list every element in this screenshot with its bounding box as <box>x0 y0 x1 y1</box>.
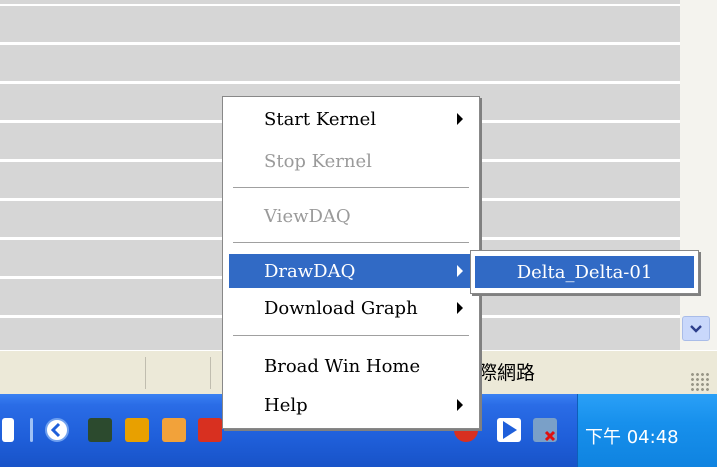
submenu-arrow-icon <box>457 265 463 277</box>
menu-item-label: Stop Kernel <box>264 150 372 172</box>
status-divider <box>210 357 211 389</box>
menu-item-drawdaq[interactable]: DrawDAQ <box>229 254 473 288</box>
menu-item-stop-kernel[interactable]: Stop Kernel <box>229 144 473 178</box>
toolbar-divider <box>30 418 33 442</box>
menu-item-label: ViewDAQ <box>264 205 351 227</box>
menu-item-broad-win-home[interactable]: Broad Win Home <box>229 349 473 383</box>
menu-item-download-graph[interactable]: Download Graph <box>229 291 473 325</box>
resize-grip-icon[interactable] <box>690 372 710 392</box>
vertical-scrollbar[interactable] <box>680 0 717 350</box>
network-app-icon[interactable] <box>198 418 222 442</box>
chevron-down-icon <box>690 324 702 333</box>
menu-item-label: Help <box>264 394 308 416</box>
menu-item-start-kernel[interactable]: Start Kernel <box>229 102 473 136</box>
menu-item-viewdaq[interactable]: ViewDAQ <box>229 199 473 233</box>
collapse-arrow-icon[interactable] <box>45 418 69 442</box>
submenu-arrow-icon <box>457 113 463 125</box>
menu-separator <box>233 335 469 337</box>
menu-item-label: Start Kernel <box>264 108 377 130</box>
status-zone-text: 際網路 <box>478 362 536 384</box>
scroll-down-button[interactable] <box>682 316 710 341</box>
clock-app-icon[interactable] <box>162 418 186 442</box>
speaker-muted-icon[interactable] <box>533 418 557 442</box>
taskbar-clock[interactable]: 下午 04:48 <box>585 423 679 449</box>
menu-item-help[interactable]: Help <box>229 388 473 422</box>
menu-item-label: Broad Win Home <box>264 355 421 377</box>
menu-separator <box>233 187 469 189</box>
eye-app-icon[interactable] <box>88 418 112 442</box>
status-divider <box>145 357 146 389</box>
context-menu: Start Kernel Stop Kernel ViewDAQ DrawDAQ… <box>222 96 480 429</box>
desktop-icon[interactable] <box>2 418 14 442</box>
menu-item-label: DrawDAQ <box>264 260 356 282</box>
drawdaq-submenu: Delta_Delta-01 <box>470 250 699 294</box>
menu-separator <box>233 242 469 244</box>
submenu-arrow-icon <box>457 302 463 314</box>
submenu-item-delta-delta-01[interactable]: Delta_Delta-01 <box>475 256 694 288</box>
menu-item-label: Download Graph <box>264 297 418 319</box>
play-app-icon[interactable] <box>497 418 521 442</box>
submenu-arrow-icon <box>457 399 463 411</box>
lightning-app-icon[interactable] <box>125 418 149 442</box>
